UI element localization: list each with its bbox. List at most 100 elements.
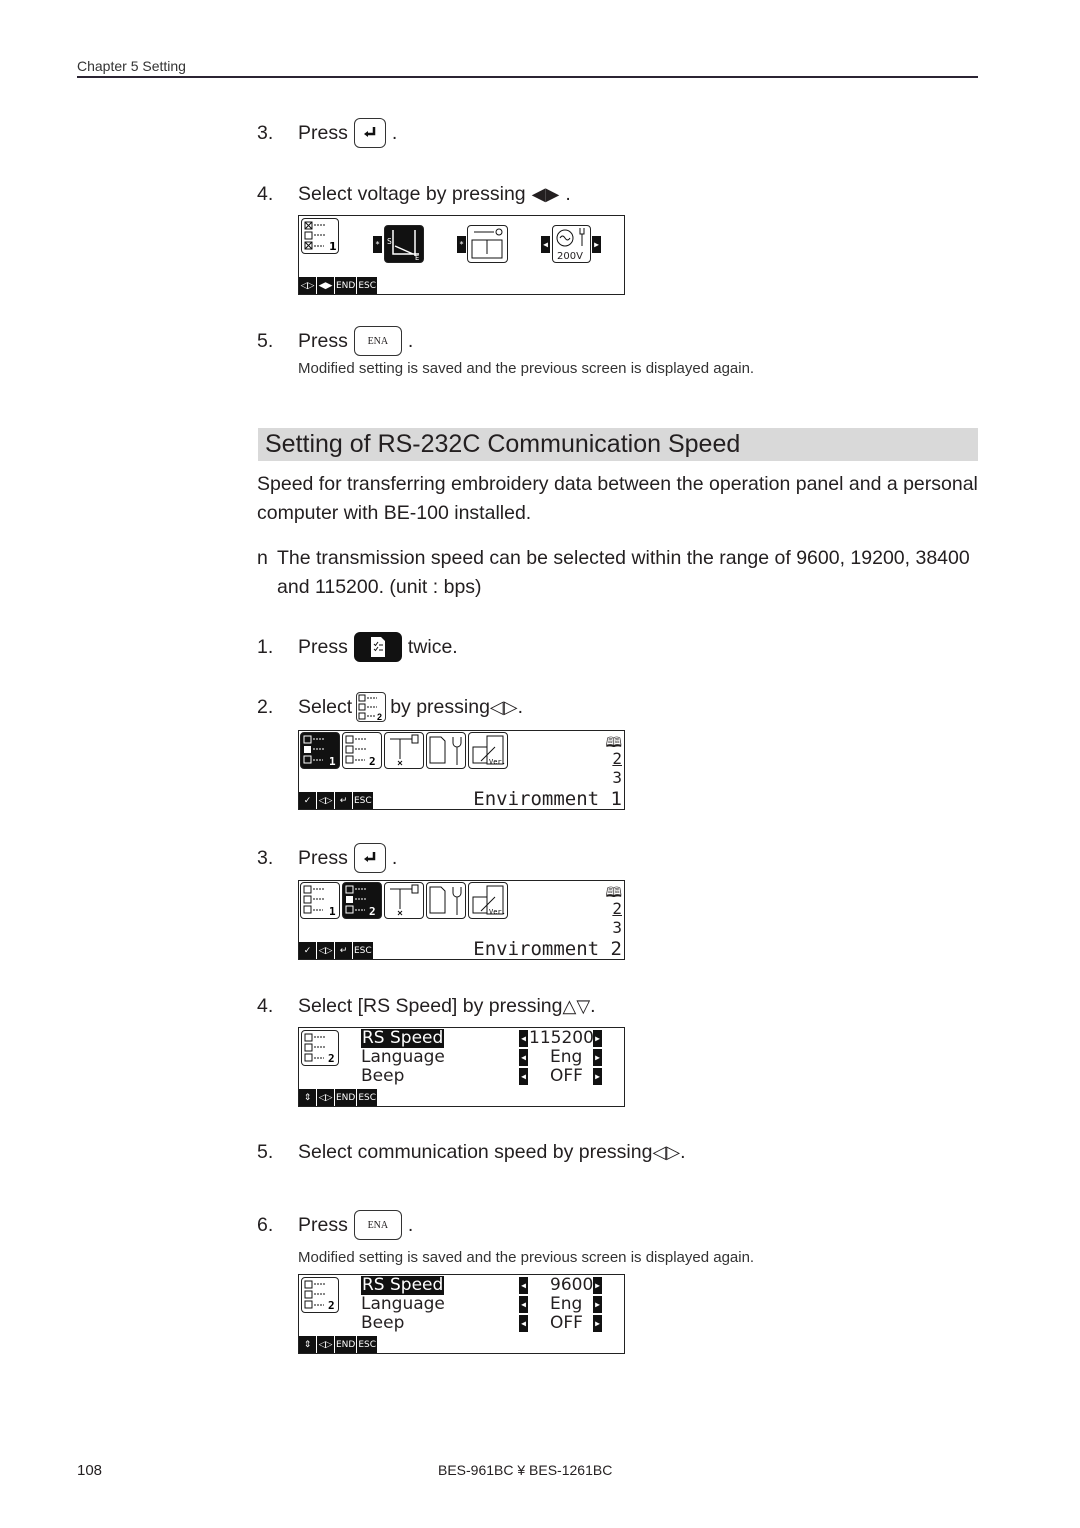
softkey-bar: ⇕ ◁▷ END ESC [299,1336,378,1353]
enter-key-icon [353,843,386,873]
step-2-select-list: 2. Select 2 by pressing ◁▷ . [257,692,523,722]
softkey-esc[interactable]: ESC [357,277,378,294]
settings-sheet-key-icon [353,632,402,662]
svg-text:2: 2 [369,755,376,768]
thread-trim-icon [467,225,508,263]
softkey-enter[interactable]: ↵ [335,942,352,959]
softkey-left-right[interactable]: ◁▷ [317,792,334,809]
step-end: . [680,1141,686,1163]
step-end: . [517,695,524,718]
svg-text:2: 2 [328,1299,335,1312]
step-text: Press [298,121,348,144]
lcd-settings-screen-2: 2 RS Speed Language Beep ◀ 9600 ▶ ◀ Eng … [298,1274,625,1354]
right-arrow-icon[interactable]: ▶ [593,1315,602,1332]
lcd-environment-screen-1: 1 2 Ver. 🕮 2 3 Enviromment 1 ✓ ◁▷ ↵ ESC [298,730,625,810]
softkey-end[interactable]: END [335,1089,357,1106]
environment-label: Enviromment 1 [473,788,622,810]
section-title: Setting of RS-232C Communication Speed [258,428,978,461]
right-arrow-icon[interactable]: ▶ [593,1296,602,1313]
maintenance-tab-icon [426,732,466,769]
softkey-enter[interactable]: ↵ [335,792,352,809]
left-arrow-icon[interactable]: ◀ [519,1049,528,1066]
needle-tab-icon [384,882,424,919]
up-down-arrows-icon: △▽ [562,996,591,1016]
voltage-value: 200V [557,251,583,262]
step-end: . [391,121,398,144]
step-5-select-speed: 5. Select communication speed by pressin… [257,1141,686,1164]
enter-key-icon [353,118,386,148]
step-1-press-twice: 1. Press twice. [257,632,458,662]
softkey-esc[interactable]: ESC [357,1336,378,1353]
language-value: Eng [550,1047,583,1067]
model-name: BES-961BC ¥ BES-1261BC [438,1462,613,1478]
svg-text:1: 1 [329,905,336,918]
softkey-left-right[interactable]: ◁▷ [317,1089,334,1106]
step-text: Select communication speed by pressing [298,1141,653,1163]
step-number: 4. [257,995,274,1017]
step-end: twice. [407,635,458,658]
softkey-left-right[interactable]: ◁▷ [317,942,334,959]
right-arrow-icon[interactable]: ▶ [593,1068,602,1085]
step-text: Press [298,635,348,658]
softkey-esc[interactable]: ESC [353,942,373,959]
right-arrow-icon[interactable]: ▶ [593,1030,602,1047]
version-tab-icon: Ver. [468,732,508,769]
page-2: 2 [612,749,622,768]
softkey-left-right[interactable]: ◁▷ [317,1336,334,1353]
menu-item-rs-speed[interactable]: RS Speed [361,1029,445,1048]
left-arrow-icon[interactable]: ◀ [519,1068,528,1085]
step-text: Select voltage by pressing [298,183,526,205]
lcd-voltage-screen: 1 * SE * ◀ 200V ▶ ◁▷ ◀▶ END ESC [298,215,625,295]
menu-item-beep[interactable]: Beep [361,1314,404,1333]
svg-text:1: 1 [329,755,336,768]
step-3-press-enter: 3. Press . [257,118,397,148]
beep-value: OFF [550,1313,583,1333]
step-number: 2. [257,695,274,718]
svg-text:2: 2 [328,1052,335,1065]
svg-text:Ver.: Ver. [489,908,506,916]
step-text: Press [298,1213,348,1236]
softkey-esc[interactable]: ESC [353,792,373,809]
beep-value: OFF [550,1066,583,1086]
maintenance-tab-icon [426,882,466,919]
step-text-after: by pressing [390,695,490,718]
step-note: Modified setting is saved and the previo… [298,1249,755,1266]
setting-list-1-tab: 1 [300,732,340,769]
page-number: 108 [77,1462,103,1479]
page-3: 3 [612,918,622,937]
softkey-left-right[interactable]: ◁▷ [299,277,316,294]
step-number: 5. [257,329,274,352]
step-end: . [407,329,414,352]
needle-tab-icon [384,732,424,769]
right-arrow-icon[interactable]: ▶ [593,1277,602,1294]
step-note: Modified setting is saved and the previo… [298,360,755,377]
step-number: 3. [257,121,274,144]
hollow-left-right-icon: ◁▷ [652,1142,681,1162]
menu-item-language[interactable]: Language [361,1295,445,1314]
step-number: 1. [257,635,274,658]
softkey-solid-left-right[interactable]: ◀▶ [317,277,334,294]
left-arrow-icon[interactable]: ◀ [519,1296,528,1313]
softkey-esc[interactable]: ESC [357,1089,378,1106]
left-arrow-icon[interactable]: ◀ [519,1315,528,1332]
left-arrow-icon[interactable]: ◀ [519,1277,528,1294]
left-arrow-icon[interactable]: ◀ [519,1030,528,1047]
bullet-text: The transmission speed can be selected w… [277,547,970,598]
step-text: Press [298,846,348,869]
setting-list-2-icon: 2 [356,692,387,722]
softkey-up-down[interactable]: ⇕ [299,1089,316,1106]
right-arrow-icon: ▶ [592,236,601,253]
right-arrow-icon[interactable]: ▶ [593,1049,602,1066]
softkey-end[interactable]: END [335,277,357,294]
softkey-end[interactable]: END [335,1336,357,1353]
softkey-sheet[interactable]: ✓ [299,792,316,809]
svg-text:2: 2 [369,905,376,918]
menu-item-beep[interactable]: Beep [361,1067,404,1086]
step-text: Select [298,695,353,718]
step-end: . [407,1213,414,1236]
softkey-sheet[interactable]: ✓ [299,942,316,959]
menu-item-rs-speed[interactable]: RS Speed [361,1276,445,1295]
language-value: Eng [550,1294,583,1314]
softkey-up-down[interactable]: ⇕ [299,1336,316,1353]
menu-item-language[interactable]: Language [361,1048,445,1067]
